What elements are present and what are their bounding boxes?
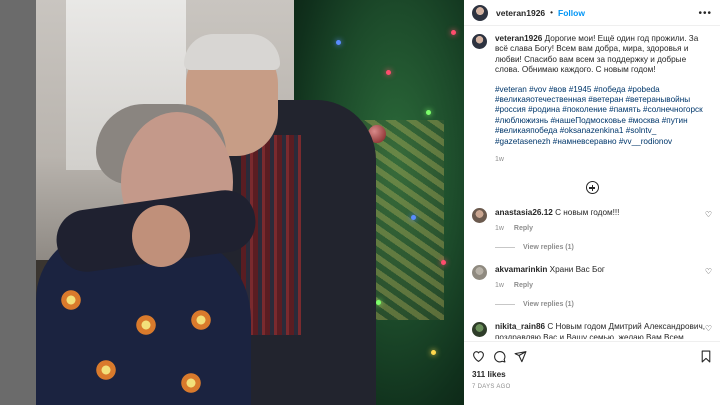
divider-line (495, 247, 515, 249)
post-modal: veteran1926 • Follow ••• veteran1926 Дор… (36, 0, 720, 405)
blouse-flower (91, 355, 121, 385)
heart-icon[interactable]: ♡ (705, 324, 712, 333)
action-bar (472, 348, 712, 364)
caption-username[interactable]: veteran1926 (495, 34, 542, 43)
blouse-flower (56, 285, 86, 315)
likes-count[interactable]: 311 likes (472, 370, 712, 379)
view-replies-button[interactable]: View replies (1) (464, 301, 720, 308)
blouse-flower (186, 305, 216, 335)
tree-light (336, 40, 341, 45)
comment-time: 1w (495, 224, 504, 232)
comment-username[interactable]: nikita_rain86 (495, 322, 545, 331)
paper-plane-icon[interactable] (514, 350, 527, 363)
post-header: veteran1926 • Follow ••• (464, 0, 720, 26)
heart-icon[interactable]: ♡ (705, 267, 712, 276)
divider-line (495, 304, 515, 306)
tree-light (441, 260, 446, 265)
tree-light (411, 215, 416, 220)
blouse-flower (176, 368, 206, 398)
post-photo[interactable] (36, 0, 464, 405)
comment-text: Храни Вас Бог (549, 265, 605, 275)
avatar[interactable] (472, 4, 488, 21)
post-side-panel: veteran1926 • Follow ••• veteran1926 Дор… (464, 0, 720, 405)
blouse-flower (131, 310, 161, 340)
view-replies-label[interactable]: View replies (1) (523, 301, 574, 308)
comment-text: С новым годом!!! (555, 208, 620, 218)
view-replies-label[interactable]: View replies (1) (523, 244, 574, 251)
avatar[interactable] (472, 208, 487, 224)
heart-icon[interactable]: ♡ (705, 210, 712, 219)
heart-icon[interactable] (472, 350, 485, 362)
bookmark-icon[interactable] (700, 350, 712, 363)
tree-light (386, 70, 391, 75)
comment-item: akvamarinkin Храни Вас Бог 1w Reply ♡ (464, 265, 720, 291)
comment-item: nikita_rain86 С Новым годом Дмитрий Алек… (464, 322, 720, 339)
load-more-comments[interactable] (464, 181, 720, 195)
tree-light (376, 300, 381, 305)
plus-circle-icon[interactable] (585, 181, 599, 195)
avatar[interactable] (472, 34, 487, 49)
avatar[interactable] (472, 322, 487, 338)
follow-button[interactable]: Follow (558, 8, 585, 18)
caption-hashtags[interactable]: #veteran #vov #вов #1945 #победа #pobeda… (495, 85, 712, 147)
more-options-icon[interactable]: ••• (698, 8, 712, 19)
tree-light (426, 110, 431, 115)
comment-username[interactable]: akvamarinkin (495, 265, 547, 274)
comments-scroll-area[interactable]: veteran1926 Дорогие мои! Ещё один год пр… (464, 34, 720, 339)
comment-username[interactable]: anastasia26.12 (495, 208, 553, 217)
post-footer: 311 likes 7 DAYS AGO (464, 341, 720, 405)
comment-item: anastasia26.12 С новым годом!!! 1w Reply… (464, 208, 720, 234)
tree-light (431, 350, 436, 355)
post-caption: veteran1926 Дорогие мои! Ещё один год пр… (464, 34, 720, 165)
tree-light (451, 30, 456, 35)
man-hand (132, 205, 190, 267)
man-hair (184, 34, 280, 70)
avatar[interactable] (472, 265, 487, 281)
header-username[interactable]: veteran1926 (496, 8, 545, 18)
post-date: 7 DAYS AGO (472, 384, 511, 390)
reply-button[interactable]: Reply (514, 282, 533, 289)
view-replies-button[interactable]: View replies (1) (464, 244, 720, 251)
comment-icon[interactable] (493, 350, 506, 363)
header-separator: • (550, 8, 554, 17)
comment-time: 1w (495, 281, 504, 289)
reply-button[interactable]: Reply (514, 225, 533, 232)
caption-time: 1w (495, 156, 504, 164)
